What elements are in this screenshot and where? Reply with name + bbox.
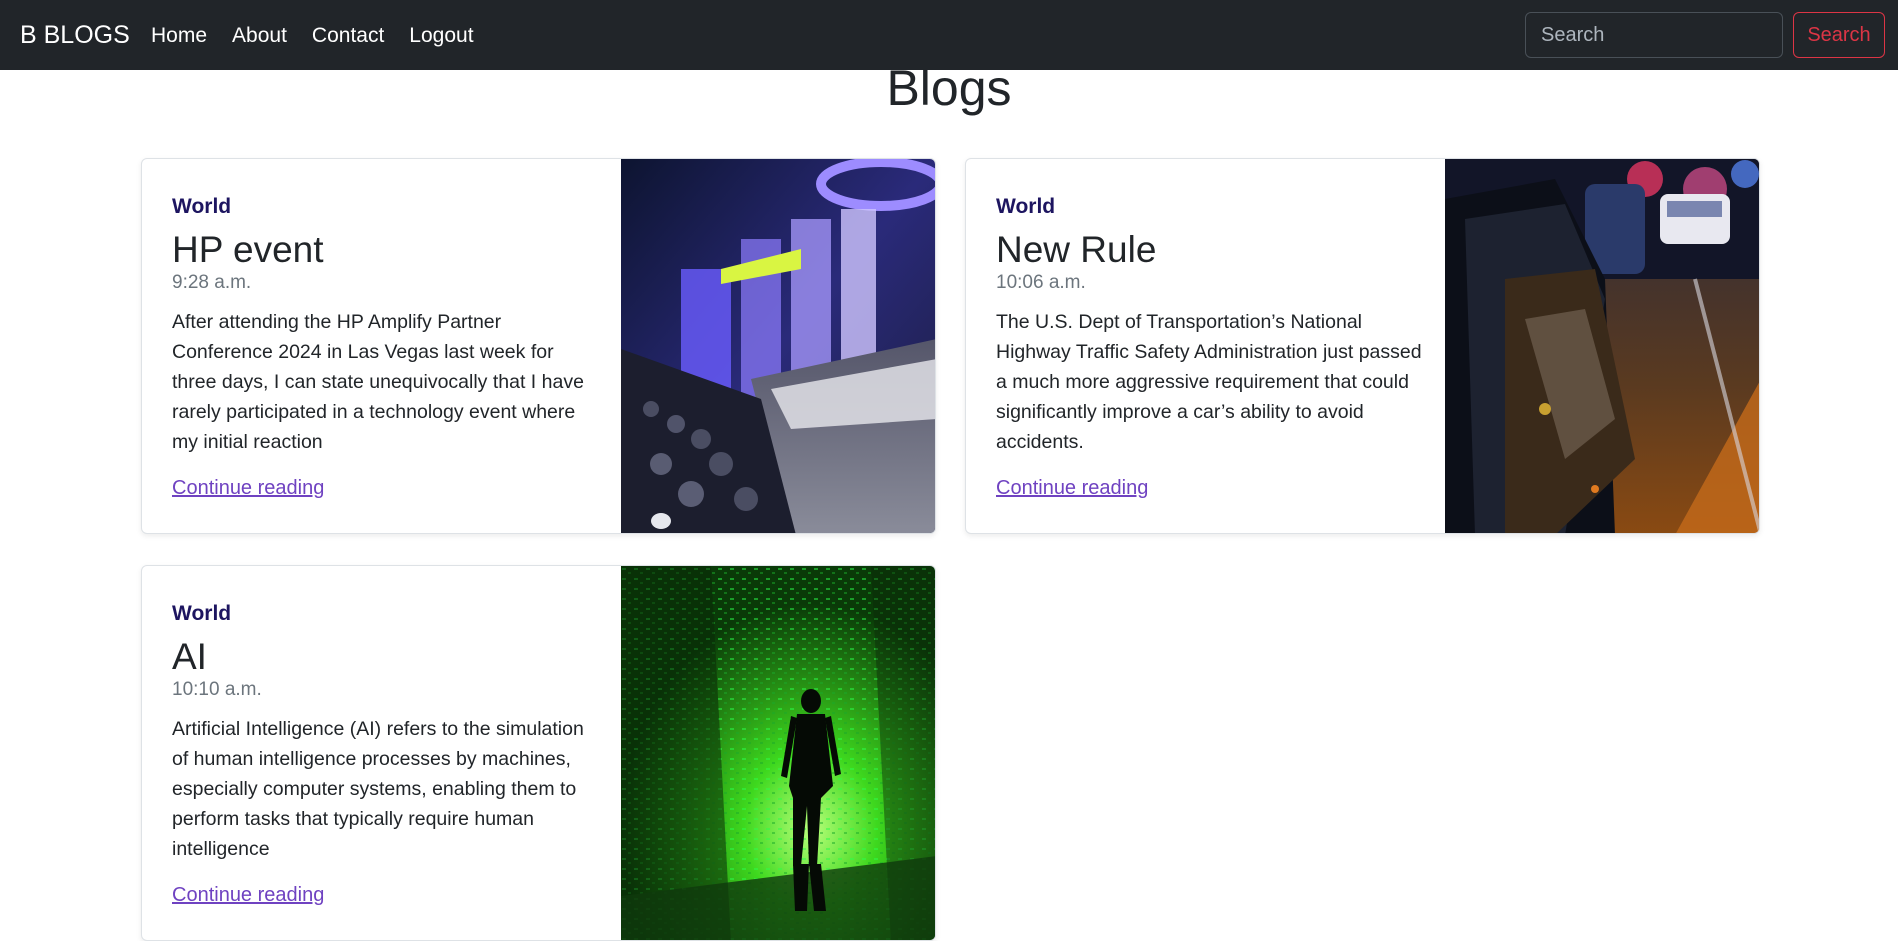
continue-reading-link[interactable]: Continue reading <box>172 884 324 907</box>
post-category: World <box>996 195 1056 218</box>
post-time: 10:06 a.m. <box>996 272 1086 293</box>
continue-reading-link[interactable]: Continue reading <box>172 477 324 500</box>
brand-logo[interactable]: B BLOGS <box>20 20 130 50</box>
post-excerpt: The U.S. Dept of Transportation’s Nation… <box>996 311 1422 453</box>
search-button[interactable]: Search <box>1793 12 1885 58</box>
digital-matrix-figure-image <box>621 566 935 940</box>
car-crash-image <box>1445 159 1759 533</box>
blog-card: World AI 10:10 a.m. Artificial Intellige… <box>141 565 936 941</box>
blog-card: World New Rule 10:06 a.m. The U.S. Dept … <box>965 158 1760 534</box>
nav-link-home[interactable]: Home <box>151 22 207 49</box>
blog-card: World HP event 9:28 a.m. After attending… <box>141 158 936 534</box>
nav-link-about[interactable]: About <box>232 22 287 49</box>
continue-reading-link[interactable]: Continue reading <box>996 477 1148 500</box>
post-excerpt: After attending the HP Amplify Partner C… <box>172 311 584 453</box>
post-category: World <box>172 195 232 218</box>
search-input[interactable] <box>1525 12 1783 58</box>
post-excerpt: Artificial Intelligence (AI) refers to t… <box>172 718 584 860</box>
post-title: HP event <box>172 229 324 270</box>
nav-links: Home About Contact Logout <box>151 22 474 49</box>
post-time: 9:28 a.m. <box>172 272 252 293</box>
post-title: New Rule <box>996 229 1157 270</box>
post-category: World <box>172 602 232 625</box>
post-time: 10:10 a.m. <box>172 679 262 700</box>
post-title: AI <box>172 636 207 677</box>
conference-stage-image <box>621 159 935 533</box>
nav-link-contact[interactable]: Contact <box>312 22 384 49</box>
nav-link-logout[interactable]: Logout <box>409 22 473 49</box>
page-title: Blogs <box>886 60 1012 116</box>
